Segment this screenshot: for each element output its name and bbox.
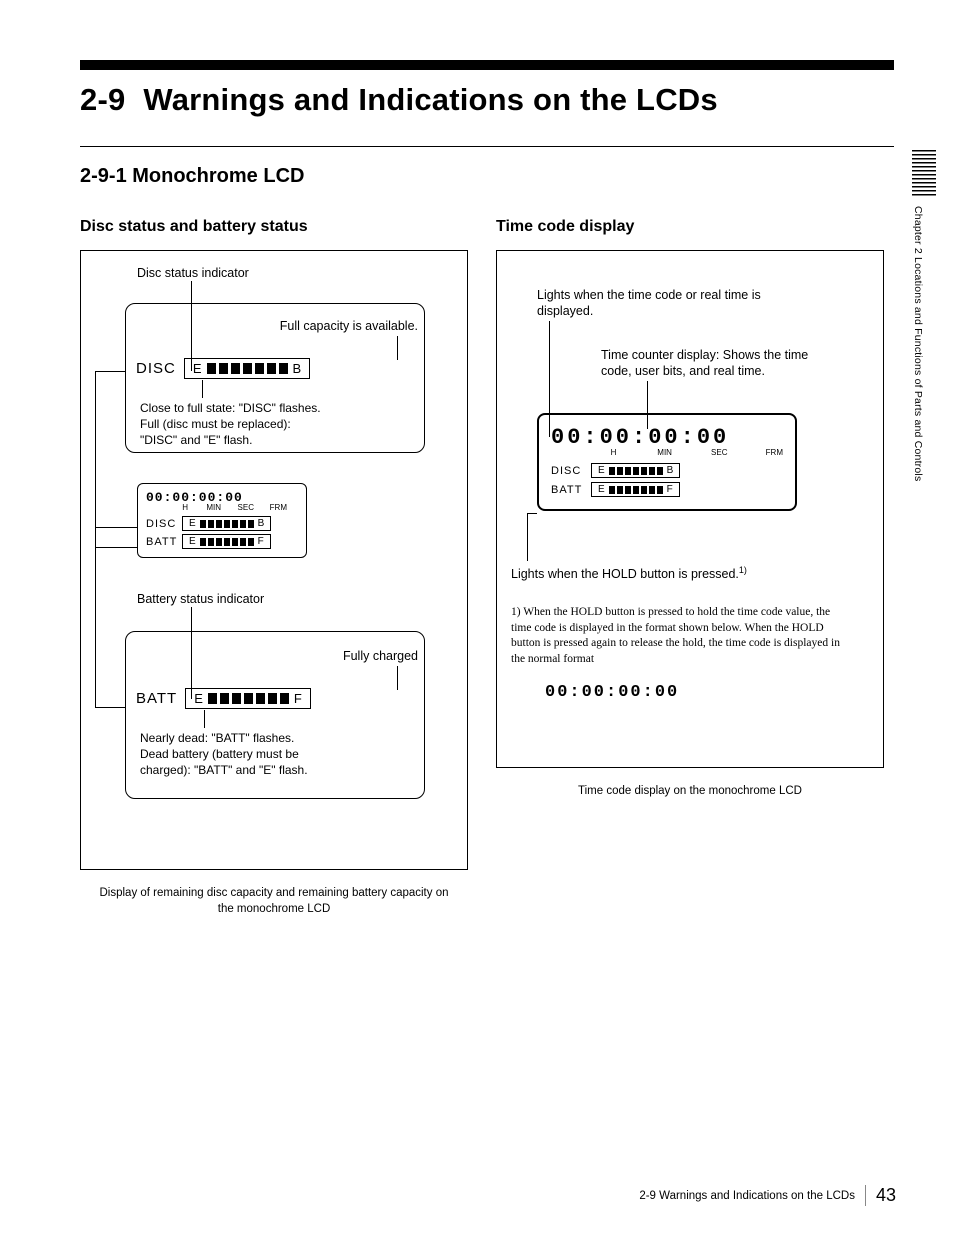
disc-meter-end: B xyxy=(291,361,304,376)
note-top: Lights when the time code or real time i… xyxy=(537,287,807,320)
disc-indicator-label: Disc status indicator xyxy=(137,265,249,281)
section-number: 2-9 xyxy=(80,82,125,117)
timecode-hold-sample: 00:00:00:00 xyxy=(545,683,679,702)
subsection-heading: 2-9-1 Monochrome LCD xyxy=(80,165,894,188)
full-capacity-label: Full capacity is available. xyxy=(258,318,418,334)
hold-footnote: 1) When the HOLD button is pressed to ho… xyxy=(511,605,851,667)
meter-start-e: E xyxy=(191,361,204,376)
note-counter: Time counter display: Shows the time cod… xyxy=(601,347,837,380)
left-caption: Display of remaining disc capacity and r… xyxy=(80,886,468,917)
disc-note: Close to full state: "DISC" flashes. Ful… xyxy=(140,400,400,449)
footer-section-text: 2-9 Warnings and Indications on the LCDs xyxy=(639,1190,855,1202)
disc-meter: DISC E B xyxy=(136,358,310,379)
page-number: 43 xyxy=(865,1185,896,1206)
fully-charged-label: Fully charged xyxy=(298,648,418,664)
battery-indicator-label: Battery status indicator xyxy=(137,591,264,607)
right-caption: Time code display on the monochrome LCD xyxy=(496,784,884,800)
right-heading: Time code display xyxy=(496,218,884,236)
section-heading: 2-9 Warnings and Indications on the LCDs xyxy=(80,82,894,118)
batt-meter: BATT E F xyxy=(136,688,311,709)
left-column: Disc status and battery status Disc stat… xyxy=(80,218,468,917)
timecode-figure: Lights when the time code or real time i… xyxy=(496,250,884,768)
disc-label: DISC xyxy=(136,360,176,377)
mini-lcd-preview: 00:00:00:00 H MIN SEC FRM DISC EB BATT E… xyxy=(137,483,307,558)
chapter-side-label: Chapter 2 Locations and Functions of Par… xyxy=(912,206,924,481)
left-heading: Disc status and battery status xyxy=(80,218,468,236)
full-lcd-preview: 00:00:00:00 H MIN SEC FRM DISC EB BATT E… xyxy=(537,413,797,511)
page-footer: 2-9 Warnings and Indications on the LCDs… xyxy=(639,1185,896,1206)
subsection-rule xyxy=(80,146,894,147)
section-title: Warnings and Indications on the LCDs xyxy=(143,82,717,117)
timecode-big: 00:00:00:00 xyxy=(551,425,783,450)
batt-label: BATT xyxy=(136,690,177,707)
disc-battery-figure: Disc status indicator Full capacity is a… xyxy=(80,250,468,870)
batt-note: Nearly dead: "BATT" flashes. Dead batter… xyxy=(140,730,400,779)
batt-group-box: Fully charged BATT E F Nearly dead: "BAT… xyxy=(125,631,425,799)
right-column: Time code display Lights when the time c… xyxy=(496,218,884,917)
hold-note: Lights when the HOLD button is pressed.1… xyxy=(511,565,851,582)
side-tab-stripes-icon xyxy=(912,150,936,196)
section-divider-bar xyxy=(80,60,894,70)
disc-group-box: Full capacity is available. DISC E B Clo… xyxy=(125,303,425,453)
chapter-side-tab: Chapter 2 Locations and Functions of Par… xyxy=(912,150,936,570)
